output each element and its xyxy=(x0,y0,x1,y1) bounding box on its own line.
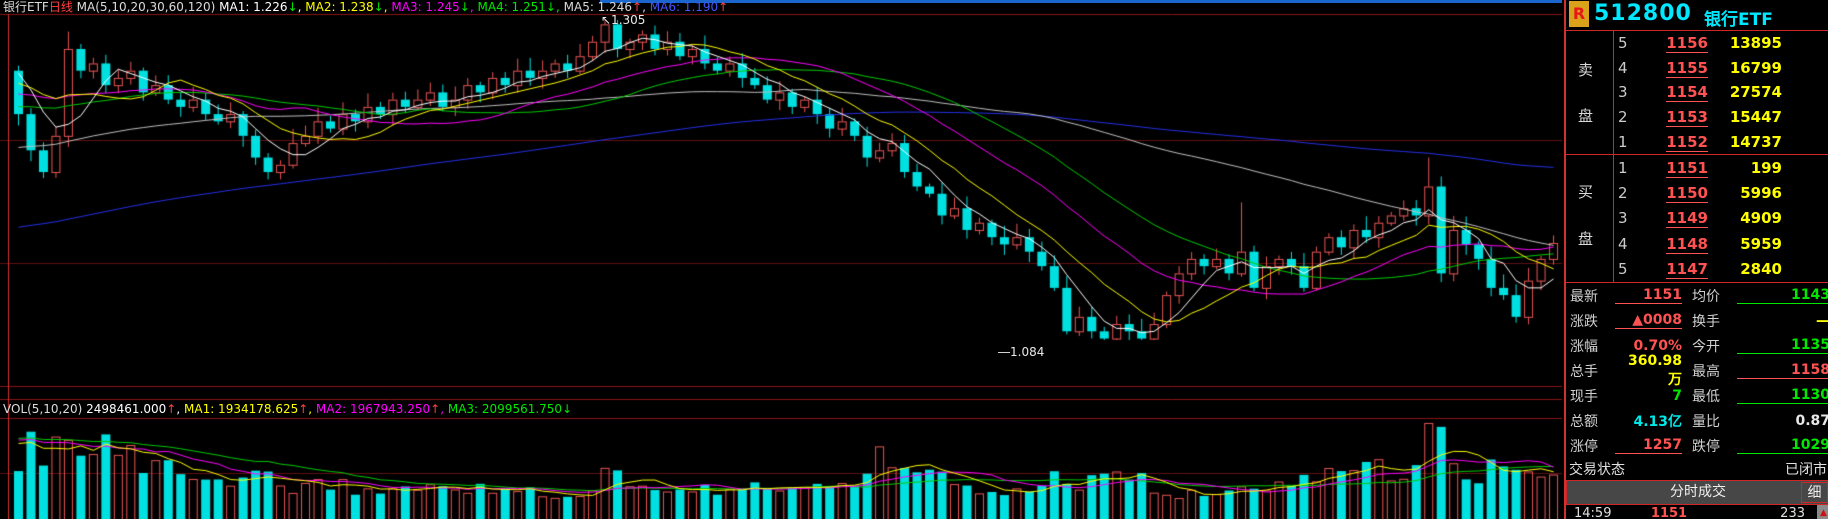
margin-tradable-badge: R xyxy=(1569,1,1589,27)
bid-side-label2: 盘 xyxy=(1578,230,1596,248)
ask-row-3[interactable]: 3115427574 xyxy=(1566,80,1828,105)
bid-row-1[interactable]: 11151199 xyxy=(1566,155,1828,180)
trading-terminal: 银行ETF日线 MA(5,10,20,30,60,120) MA1: 1.226… xyxy=(0,0,1828,519)
ma-readout-2: MA2: 1.238↓, xyxy=(305,0,391,14)
high-price-annotation: ↖1.305 xyxy=(601,13,645,27)
detail-row-amount: 总额4.13亿量比0.87 xyxy=(1566,408,1828,433)
trading-status-row: 交易状态 已闭市 xyxy=(1566,458,1828,480)
ma-readout-4: MA4: 1.251↓, xyxy=(478,0,564,14)
order-book-divider xyxy=(1613,31,1614,282)
ma-readout-1: MA1: 1.226↓, xyxy=(219,0,305,14)
vol-indicator-label: VOL(5,10,20) xyxy=(3,402,82,416)
quote-panel: R 512800 银行ETF 卖 盘 买 盘 5115613895 411551… xyxy=(1564,0,1828,519)
detail-row-totalvol: 总手360.98万最高1158 xyxy=(1566,358,1828,383)
bid-side-label: 买 xyxy=(1578,183,1596,201)
vol-readout-3: MA3: 2099561.750↓ xyxy=(448,402,572,416)
volume-header: VOL(5,10,20) 2498461.000↑, MA1: 1934178.… xyxy=(3,401,572,418)
bid-row-3[interactable]: 311494909 xyxy=(1566,206,1828,231)
tick-price: 1151 xyxy=(1634,506,1704,519)
vol-readout-2: MA2: 1967943.250↑, xyxy=(316,402,448,416)
detail-row-curvol: 现手7最低1130 xyxy=(1566,383,1828,408)
ma-readout-6: MA6: 1.190↑ xyxy=(650,0,728,14)
ma-readout-3: MA3: 1.245↓, xyxy=(391,0,477,14)
tick-trade-row[interactable]: 14:59 1151 233 ▲ xyxy=(1566,505,1828,519)
quote-details: 最新1151均价1143 涨跌▲0008换手— 涨幅0.70%今开1135 总手… xyxy=(1566,283,1828,458)
tick-volume: 233 xyxy=(1704,506,1817,519)
ask-side-label2: 盘 xyxy=(1578,107,1596,125)
detail-row-change: 涨跌▲0008换手— xyxy=(1566,308,1828,333)
scroll-up-icon[interactable]: ▲ xyxy=(1817,505,1828,519)
detail-row-limit: 涨停1257跌停1029 xyxy=(1566,433,1828,458)
vol-readout-0: 2498461.000↑, xyxy=(86,402,184,416)
ask-row-2[interactable]: 2115315447 xyxy=(1566,105,1828,130)
tick-time: 14:59 xyxy=(1574,506,1634,519)
quote-panel-header: R 512800 银行ETF xyxy=(1566,0,1828,31)
ask-row-1[interactable]: 1115214737 xyxy=(1566,129,1828,154)
tab-tick-trades[interactable]: 分时成交 细 xyxy=(1566,480,1828,505)
tab-detail[interactable]: 细 xyxy=(1801,482,1828,503)
bid-row-5[interactable]: 511472840 xyxy=(1566,257,1828,282)
period-label[interactable]: 日线 xyxy=(49,0,73,14)
window-top-accent xyxy=(600,0,1562,3)
ask-levels: 5115613895 4115516799 3115427574 2115315… xyxy=(1566,31,1828,155)
bid-row-4[interactable]: 411485959 xyxy=(1566,231,1828,256)
low-price-annotation: ―1.084 xyxy=(998,345,1044,359)
ask-row-4[interactable]: 4115516799 xyxy=(1566,56,1828,81)
trading-status-label: 交易状态 xyxy=(1569,459,1625,479)
detail-row-latest: 最新1151均价1143 xyxy=(1566,283,1828,308)
stock-name: 银行ETF xyxy=(1704,5,1773,30)
ask-row-5[interactable]: 5115613895 xyxy=(1566,31,1828,56)
stock-code: 512800 xyxy=(1594,1,1692,26)
detail-row-pct: 涨幅0.70%今开1135 xyxy=(1566,333,1828,358)
ma-group-label: MA(5,10,20,30,60,120) xyxy=(77,0,216,14)
ma-readout-5: MA5: 1.246↑, xyxy=(564,0,650,14)
ask-side-label: 卖 xyxy=(1578,61,1596,79)
trading-status-value: 已闭市 xyxy=(1785,459,1827,479)
bid-levels: 11151199 211505996 311494909 411485959 5… xyxy=(1566,155,1828,282)
bid-row-2[interactable]: 211505996 xyxy=(1566,180,1828,205)
vol-readout-1: MA1: 1934178.625↑, xyxy=(184,402,316,416)
kline-chart-canvas[interactable] xyxy=(0,0,1564,519)
instrument-title: 银行ETF xyxy=(3,0,49,14)
order-book: 卖 盘 买 盘 5115613895 4115516799 3115427574… xyxy=(1566,31,1828,283)
